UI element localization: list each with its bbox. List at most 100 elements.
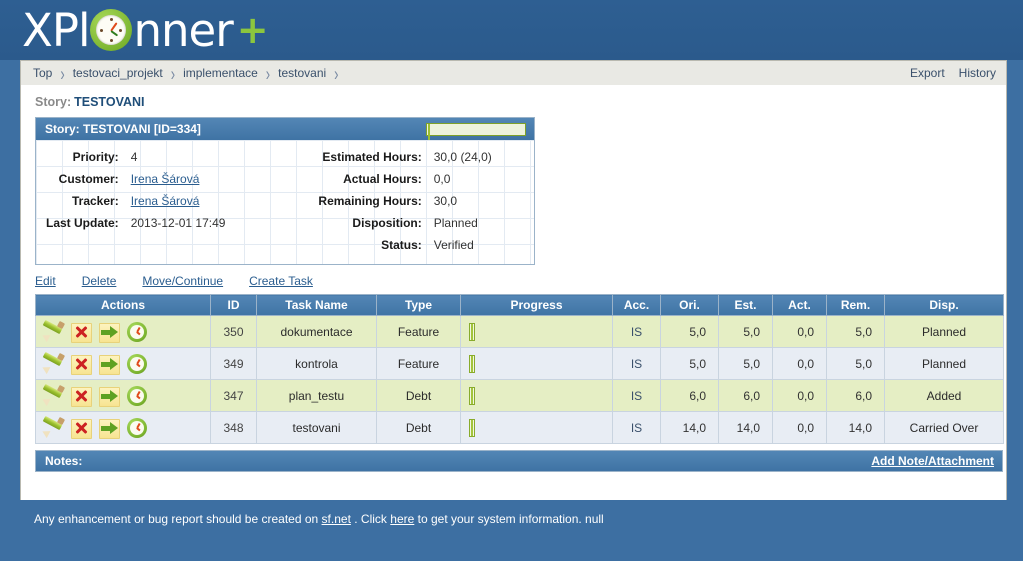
column-header-act[interactable]: Act. [772,294,827,316]
add-note-attachment-link[interactable]: Add Note/Attachment [871,454,994,468]
task-row: 350 dokumentace Feature IS 5,0 5,0 0,0 5,0 Plann… [35,315,1004,348]
breadcrumb-actions: Export History [910,66,996,80]
export-link[interactable]: Export [910,66,945,80]
task-row: 348 testovani Debt IS 14,0 14,0 0,0 14,0 Carried… [35,411,1004,444]
empty-label [42,234,123,256]
column-header-est[interactable]: Est. [718,294,773,316]
page-title: Story: TESTOVANI [31,93,996,117]
task-disp-cell: Added [884,379,1004,412]
last-update-label: Last Update: [46,216,119,230]
column-header-type[interactable]: Type [376,294,461,316]
task-progress-cell [460,379,613,412]
log-time-icon[interactable] [126,385,148,407]
task-est-cell: 14,0 [718,411,773,444]
notes-bar: Notes: Add Note/Attachment [35,450,1003,472]
here-link[interactable]: here [390,512,414,526]
delete-task-icon[interactable] [70,321,92,343]
column-header-rem[interactable]: Rem. [826,294,885,316]
last-update-value: 2013-12-01 17:49 [130,216,226,230]
logo-clock-icon [90,9,133,51]
story-panel-title: Story: TESTOVANI [ID=334] [45,122,201,136]
priority-value: 4 [130,150,138,164]
task-progress-cell [460,315,613,348]
status-value: Verified [433,238,474,252]
tasks-table: Actions ID Task Name Type Progress Acc. … [35,294,1004,444]
move-continue-story-link[interactable]: Move/Continue [142,274,223,288]
actual-hours-label: Actual Hours: [343,172,422,186]
task-actions-cell [35,411,211,444]
breadcrumb-item-iteration[interactable]: implementace [183,66,258,80]
move-task-icon[interactable] [98,353,120,375]
app-logo[interactable]: XPl nner + [22,2,269,58]
logo-text-part2: nner [133,3,233,57]
remaining-hours-value: 30,0 [433,194,458,208]
task-rem-cell: 6,0 [826,379,885,412]
log-time-icon[interactable] [126,353,148,375]
task-id-cell: 348 [210,411,257,444]
breadcrumb-item-story[interactable]: testovani [278,66,326,80]
remaining-hours-label: Remaining Hours: [318,194,422,208]
edit-task-icon[interactable] [40,383,66,407]
log-time-icon[interactable] [126,321,148,343]
task-row: 347 plan_testu Debt IS 6,0 6,0 0,0 6,0 Added [35,379,1004,412]
task-ori-cell: 5,0 [660,347,719,380]
story-panel-header: Story: TESTOVANI [ID=334] [36,118,534,140]
chevron-right-icon: › [170,61,176,85]
delete-task-icon[interactable] [70,353,92,375]
move-task-icon[interactable] [98,385,120,407]
move-task-icon[interactable] [98,321,120,343]
move-task-icon[interactable] [98,417,120,439]
task-id-cell: 350 [210,315,257,348]
task-act-cell: 0,0 [772,315,827,348]
story-field-row: Customer: Irena Šárová Actual Hours: 0,0 [42,168,524,190]
content-area: Story: TESTOVANI Story: TESTOVANI [ID=334… [20,85,1007,500]
story-panel-body: Priority: 4 Estimated Hours: 30,0 (24,0)… [36,140,534,264]
task-name-cell[interactable]: kontrola [256,347,377,380]
tracker-label: Tracker: [71,194,119,208]
actual-hours-value: 0,0 [433,172,451,186]
column-header-progress[interactable]: Progress [460,294,613,316]
delete-task-icon[interactable] [70,417,92,439]
breadcrumb: Top › testovaci_projekt › implementace ›… [33,61,347,85]
story-fields-table: Priority: 4 Estimated Hours: 30,0 (24,0)… [42,146,524,256]
delete-story-link[interactable]: Delete [82,274,117,288]
column-header-acc[interactable]: Acc. [612,294,661,316]
column-header-ori[interactable]: Ori. [660,294,719,316]
priority-label: Priority: [72,150,119,164]
tracker-value: Irena Šárová [123,190,273,212]
task-name-cell[interactable]: plan_testu [256,379,377,412]
task-type-cell: Debt [376,379,461,412]
history-link[interactable]: History [959,66,996,80]
task-id-cell: 347 [210,379,257,412]
sf-net-link[interactable]: sf.net [322,512,351,526]
tracker-link[interactable]: Irena Šárová [131,194,200,208]
create-task-link[interactable]: Create Task [249,274,313,288]
edit-task-icon[interactable] [40,415,66,439]
edit-story-link[interactable]: Edit [35,274,56,288]
customer-value: Irena Šárová [123,168,273,190]
footer-text-2: . Click [354,512,387,526]
column-header-disp[interactable]: Disp. [884,294,1004,316]
edit-task-icon[interactable] [40,351,66,375]
task-type-cell: Debt [376,411,461,444]
chevron-right-icon: › [334,61,339,85]
log-time-icon[interactable] [126,417,148,439]
status-label: Status: [381,238,422,252]
task-est-cell: 6,0 [718,379,773,412]
task-name-cell[interactable]: dokumentace [256,315,377,348]
task-name-cell[interactable]: testovani [256,411,377,444]
task-progress-bar [469,322,475,341]
task-acc-cell: IS [612,347,661,380]
footer: Any enhancement or bug report should be … [20,500,1007,538]
column-header-task-name[interactable]: Task Name [256,294,377,316]
app-root: XPl nner + Top › testovaci_projekt › impl… [0,0,1023,561]
edit-task-icon[interactable] [40,319,66,343]
story-field-row: Priority: 4 Estimated Hours: 30,0 (24,0) [42,146,524,168]
column-header-id[interactable]: ID [210,294,257,316]
column-header-actions[interactable]: Actions [35,294,211,316]
customer-link[interactable]: Irena Šárová [131,172,200,186]
delete-task-icon[interactable] [70,385,92,407]
breadcrumb-item-project[interactable]: testovaci_projekt [73,66,163,80]
breadcrumb-item-top[interactable]: Top [33,66,52,80]
task-type-cell: Feature [376,315,461,348]
